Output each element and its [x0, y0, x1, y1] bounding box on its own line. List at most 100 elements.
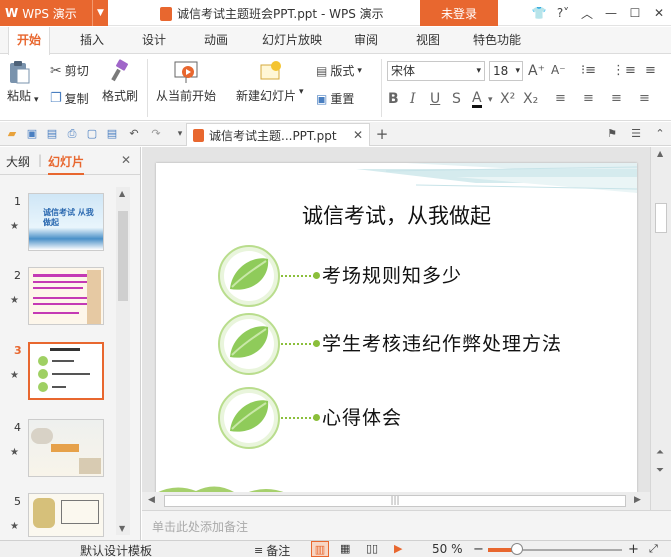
shrink-font-icon[interactable]: A⁻ — [551, 63, 566, 77]
tab-special-features[interactable]: 特色功能 — [465, 27, 529, 54]
tab-design[interactable]: 设计 — [134, 27, 174, 54]
help-icon[interactable]: ?˅ — [551, 6, 575, 20]
tab-list-icon[interactable]: ☰ — [628, 126, 644, 142]
tab-slideshow[interactable]: 幻灯片放映 — [254, 27, 330, 54]
design-template-label[interactable]: 默认设计模板 — [80, 542, 152, 557]
italic-icon[interactable]: I — [410, 91, 416, 107]
close-tab-icon[interactable]: ✕ — [353, 128, 369, 142]
scroll-right-icon[interactable]: ▶ — [634, 495, 641, 505]
document-tab[interactable]: 诚信考试主题...PPT.ppt ✕ — [186, 123, 370, 146]
export-pdf-icon[interactable]: ▤ — [44, 126, 60, 142]
bullet-text[interactable]: 学生考核违纪作弊处理方法 — [322, 329, 562, 356]
print-icon[interactable]: ⎙ — [64, 126, 80, 142]
tab-outline[interactable]: 大纲 — [6, 153, 30, 170]
font-color-dropdown-icon[interactable]: ▾ — [488, 95, 493, 105]
align-left-icon[interactable]: ≡ — [555, 91, 566, 106]
close-window-icon[interactable]: ✕ — [647, 6, 671, 20]
slide-vertical-scrollbar[interactable]: ▲ ⏶ ⏷ — [650, 147, 671, 510]
justify-icon[interactable]: ≡ — [639, 91, 650, 106]
notes-input[interactable]: 单击此处添加备注 — [142, 510, 671, 540]
line-spacing-icon[interactable]: ≡ — [645, 63, 656, 78]
zoom-in-icon[interactable]: + — [628, 542, 639, 557]
fit-window-icon[interactable]: ⤢ — [649, 542, 658, 556]
subscript-icon[interactable]: X₂ — [523, 91, 538, 107]
collapse-tabs-icon[interactable]: ⌃ — [652, 126, 668, 142]
scroll-left-icon[interactable]: ◀ — [148, 495, 155, 505]
tab-view[interactable]: 视图 — [408, 27, 448, 54]
zoom-slider-knob[interactable] — [511, 543, 524, 555]
slide-thumbnail[interactable] — [28, 419, 104, 477]
tab-slides[interactable]: 幻灯片 — [48, 153, 85, 175]
tab-settings-icon[interactable]: ⚑ — [604, 126, 620, 142]
app-menu-button[interactable]: W WPS 演示 ▼ — [0, 0, 108, 26]
redo-icon[interactable]: ↷ — [148, 126, 164, 142]
horizontal-scrollbar-thumb[interactable]: ||| — [164, 495, 626, 507]
font-name-select[interactable]: 宋体 ▾ — [387, 61, 485, 81]
new-slide-dropdown-icon[interactable]: ▾ — [299, 87, 304, 104]
format-painter-button[interactable]: 格式刷 — [102, 59, 138, 104]
thumbnail-scrollbar-thumb[interactable] — [118, 211, 128, 301]
slide-thumbnail[interactable] — [28, 493, 104, 537]
save-icon[interactable]: ▣ — [24, 126, 40, 142]
login-button[interactable]: 未登录 — [420, 0, 498, 26]
tab-animation[interactable]: 动画 — [196, 27, 236, 54]
slide-thumbnail-row[interactable]: 4 ★ — [0, 419, 114, 483]
bullet-list-icon[interactable]: ⁝≡ — [581, 63, 596, 78]
collapse-ribbon-icon[interactable]: ︿ — [575, 5, 599, 22]
close-panel-icon[interactable]: ✕ — [121, 153, 131, 167]
bullet-text[interactable]: 心得体会 — [322, 403, 402, 430]
slide-thumbnail[interactable]: 诚信考试 从我做起 — [28, 193, 104, 251]
paste-dropdown-icon[interactable]: ▾ — [34, 95, 39, 105]
reset-button[interactable]: ▣ 重置 — [316, 90, 354, 107]
previous-slide-icon[interactable]: ⏶ — [656, 447, 664, 458]
bullet-item[interactable]: 心得体会 — [218, 387, 618, 449]
reading-view-icon[interactable]: ▯▯ — [366, 542, 378, 555]
notes-toggle[interactable]: ≡ 备注 — [254, 542, 290, 557]
shadow-icon[interactable]: S — [452, 91, 461, 107]
bullet-text[interactable]: 考场规则知多少 — [322, 261, 462, 288]
align-center-icon[interactable]: ≡ — [583, 91, 594, 106]
font-size-select[interactable]: 18 ▾ — [489, 61, 523, 81]
bullet-item[interactable]: 学生考核违纪作弊处理方法 — [218, 313, 618, 375]
superscript-icon[interactable]: X² — [500, 91, 515, 107]
slide-thumbnail[interactable] — [28, 267, 104, 325]
slide-thumbnail-row[interactable]: 2 ★ — [0, 267, 114, 331]
zoom-level[interactable]: 50 % — [432, 542, 463, 556]
underline-icon[interactable]: U — [430, 91, 440, 107]
slide-thumbnail-row[interactable]: 1 ★ 诚信考试 从我做起 — [0, 193, 114, 257]
slide-horizontal-scrollbar[interactable]: ◀ ||| ▶ — [142, 492, 650, 510]
skin-icon[interactable]: 👕 — [527, 6, 551, 20]
slide-thumbnail[interactable] — [28, 342, 104, 400]
vertical-scrollbar-thumb[interactable] — [655, 203, 667, 233]
spellcheck-icon[interactable]: ▤ — [104, 126, 120, 142]
minimize-icon[interactable]: — — [599, 6, 623, 20]
new-slide-button[interactable]: 新建幻灯片 ▾ — [236, 59, 304, 104]
copy-button[interactable]: ❐ 复制 — [50, 90, 89, 107]
scroll-down-icon[interactable]: ▼ — [119, 524, 125, 533]
align-right-icon[interactable]: ≡ — [611, 91, 622, 106]
tab-home[interactable]: 开始 — [8, 27, 51, 55]
undo-icon[interactable]: ↶ — [126, 126, 142, 142]
slide-thumbnail-row[interactable]: 3 ★ — [0, 342, 114, 406]
normal-view-icon[interactable]: ▥ — [311, 541, 329, 557]
bullet-item[interactable]: 考场规则知多少 — [218, 245, 618, 307]
next-slide-icon[interactable]: ⏷ — [656, 465, 664, 476]
slideshow-view-icon[interactable]: ▶ — [394, 542, 402, 555]
zoom-out-icon[interactable]: − — [473, 542, 484, 557]
scroll-up-icon[interactable]: ▲ — [119, 189, 125, 198]
tab-review[interactable]: 审阅 — [346, 27, 386, 54]
current-slide[interactable]: 诚信考试，从我做起 考场规则知多少 学生考核违纪作弊处理方法 心得体会 — [156, 163, 637, 493]
app-menu-dropdown-icon[interactable]: ▼ — [92, 0, 108, 26]
print-preview-icon[interactable]: ▢ — [84, 126, 100, 142]
thumbnail-scrollbar[interactable]: ▲ ▼ — [116, 187, 130, 535]
tab-insert[interactable]: 插入 — [72, 27, 112, 54]
grow-font-icon[interactable]: A⁺ — [528, 63, 545, 79]
paste-button[interactable]: 粘贴 — [6, 59, 32, 104]
cut-button[interactable]: ✂ 剪切 — [50, 62, 89, 79]
slide-sorter-view-icon[interactable]: ▦ — [340, 542, 350, 555]
new-tab-icon[interactable]: + — [374, 126, 390, 142]
numbered-list-icon[interactable]: ⋮≡ — [612, 63, 636, 78]
layout-button[interactable]: ▤ 版式 ▾ — [316, 62, 362, 79]
play-from-current-button[interactable]: 从当前开始 — [156, 59, 216, 104]
maximize-icon[interactable]: ☐ — [623, 6, 647, 20]
